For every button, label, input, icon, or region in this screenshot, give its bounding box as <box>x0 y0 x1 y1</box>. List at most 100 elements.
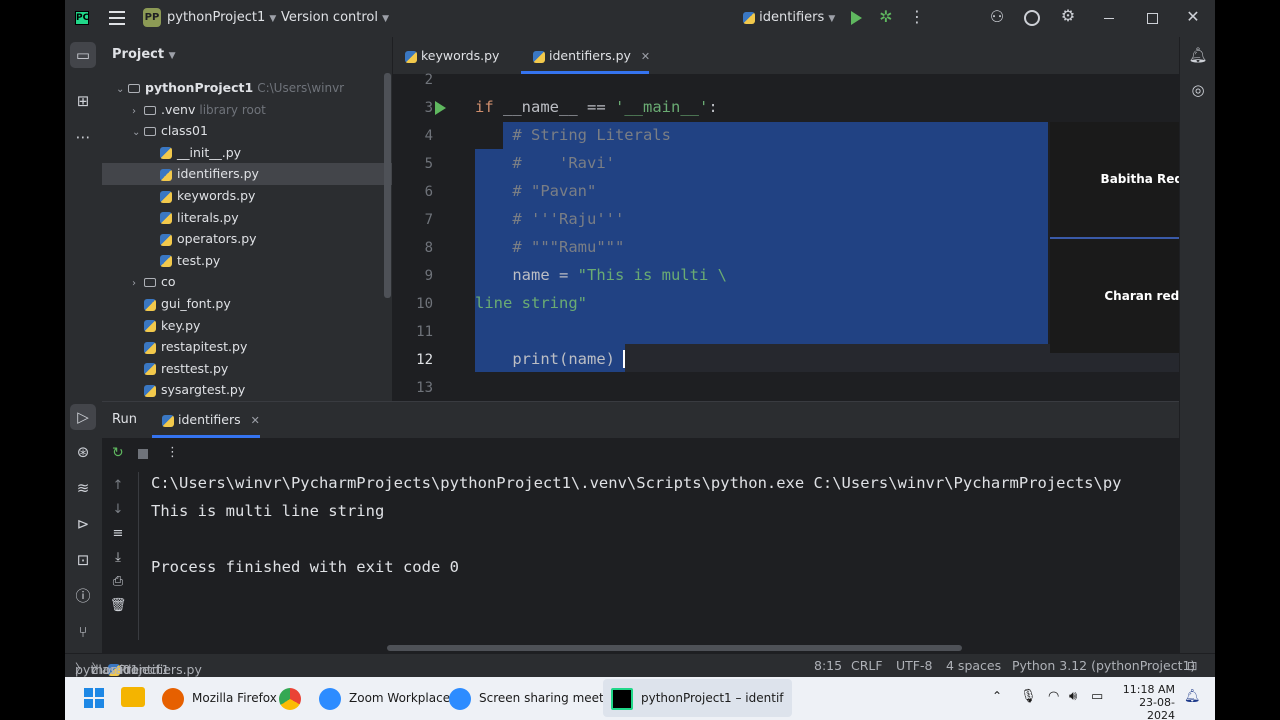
trash-icon[interactable]: 🗑 <box>108 598 128 613</box>
lock-icon[interactable]: ⊡ <box>1187 658 1197 673</box>
run-icon[interactable] <box>851 11 862 25</box>
project-panel-header[interactable]: Project ▼ <box>112 47 176 62</box>
taskbar-pycharm[interactable]: pythonProject1 – identif <box>603 679 792 717</box>
minimize-icon[interactable] <box>1104 18 1114 19</box>
close-tab-icon[interactable]: ✕ <box>641 50 650 63</box>
tree-folder[interactable]: ⌄ pythonProject1 C:\Users\winvr <box>102 77 392 101</box>
line-separator[interactable]: CRLF <box>851 658 883 673</box>
more-icon[interactable]: ⋮ <box>907 7 927 26</box>
ai-assistant-icon[interactable]: ◎ <box>1185 77 1211 103</box>
breadcrumb[interactable]: pythonProject1 〉 class01 〉 identifiers.p… <box>75 658 202 677</box>
console-output[interactable]: C:\Users\winvr\PycharmProjects\pythonPro… <box>138 472 1215 640</box>
file-encoding[interactable]: UTF-8 <box>896 658 932 673</box>
taskbar-zoom-workplace[interactable]: Zoom Workplace <box>319 677 450 720</box>
chevron-down-icon[interactable]: ⌄ <box>116 79 128 101</box>
tab-keywords[interactable]: keywords.py <box>405 37 499 74</box>
code-line-3[interactable]: if __name__ == '__main__': <box>475 98 718 116</box>
wifi-icon[interactable]: ◠ <box>1048 689 1059 704</box>
tree-file[interactable]: test.py <box>102 250 392 272</box>
code-line-10[interactable]: line string" <box>475 294 587 312</box>
chevron-right-icon[interactable]: › <box>132 101 144 123</box>
search-icon[interactable] <box>1024 10 1040 26</box>
problems-icon[interactable]: ⓘ <box>70 583 96 609</box>
code-line-4[interactable]: # String Literals <box>475 126 671 144</box>
code-line-9[interactable]: name = "This is multi \ <box>475 266 727 284</box>
close-tab-icon[interactable]: ✕ <box>251 414 260 427</box>
run-config-selector[interactable]: identifiers ▼ <box>743 10 835 25</box>
scroll-to-end-icon[interactable]: ⤓ <box>108 550 128 565</box>
add-user-icon[interactable]: ⚇ <box>986 7 1008 26</box>
taskbar-screen-sharing[interactable]: Screen sharing meeting <box>449 677 622 720</box>
code-line-12[interactable]: print(name) <box>475 350 615 368</box>
structure-icon[interactable]: ⊞ <box>70 88 96 114</box>
tree-file[interactable]: literals.py <box>102 207 392 229</box>
tree-item-label: key.py <box>161 317 201 333</box>
print-icon[interactable]: ⎙ <box>108 574 128 589</box>
caret-position[interactable]: 8:15 <box>814 658 842 673</box>
taskbar-firefox[interactable]: Mozilla Firefox <box>162 677 277 720</box>
layers-icon[interactable]: ≋ <box>70 475 96 501</box>
vcs-menu[interactable]: Version control ▼ <box>281 10 389 25</box>
run-tool-icon[interactable]: ▷ <box>70 404 96 430</box>
battery-icon[interactable]: ▭ <box>1091 689 1103 704</box>
tree-file[interactable]: identifiers.py <box>102 163 392 185</box>
code-line-5[interactable]: # 'Ravi' <box>475 154 615 172</box>
tree-file[interactable]: key.py <box>102 315 392 337</box>
python-packages-icon[interactable]: ⊛ <box>70 439 96 465</box>
tree-file[interactable]: keywords.py <box>102 185 392 207</box>
tree-item-label: co <box>161 274 176 290</box>
tree-file[interactable]: __init__.py <box>102 142 392 164</box>
chevron-right-icon[interactable]: › <box>132 273 144 295</box>
run-gutter-icon[interactable] <box>435 101 446 115</box>
settings-icon[interactable]: ⚙ <box>1057 6 1079 25</box>
tree-folder[interactable]: ⌄ class01 <box>102 120 392 144</box>
rerun-icon[interactable]: ↻ <box>112 445 124 461</box>
breadcrumb-item[interactable]: identifiers.py <box>120 662 202 677</box>
python-file-icon <box>144 363 156 376</box>
tree-file[interactable]: sysargtest.py <box>102 379 392 401</box>
volume-icon[interactable]: 🔊︎ <box>1069 689 1077 704</box>
microphone-icon[interactable]: 🎙︎ <box>1020 689 1037 704</box>
notification-bell-icon[interactable]: 🔔︎ <box>1184 689 1201 704</box>
stop-icon[interactable] <box>138 449 148 459</box>
notifications-icon[interactable]: 🔔︎ <box>1185 42 1211 68</box>
tree-folder[interactable]: › .venv library root <box>102 99 392 123</box>
tree-folder[interactable]: › co <box>102 271 392 295</box>
debug-icon[interactable]: ✲ <box>876 7 896 26</box>
run-tab-identifiers[interactable]: identifiers ✕ <box>162 412 260 427</box>
more-tools-icon[interactable]: ⋯ <box>70 124 96 150</box>
more-icon[interactable]: ⋮ <box>166 445 179 460</box>
tab-identifiers[interactable]: identifiers.py ✕ <box>533 37 650 74</box>
close-icon[interactable]: ✕ <box>1185 7 1201 26</box>
line-number: 10 <box>416 296 433 312</box>
chevron-down-icon[interactable]: ⌄ <box>132 122 144 144</box>
code-line-6[interactable]: # "Pavan" <box>475 182 596 200</box>
arrow-up-icon[interactable]: ↑ <box>108 478 128 493</box>
code-line-8[interactable]: # """Ramu""" <box>475 238 624 256</box>
console-hscrollbar[interactable] <box>387 645 962 651</box>
zoom-icon <box>449 687 471 710</box>
code-line-7[interactable]: # '''Raju''' <box>475 210 624 228</box>
git-icon[interactable]: ⑂ <box>70 619 96 645</box>
chrome-icon[interactable] <box>279 688 301 710</box>
run-panel-header: Run identifiers ✕ <box>102 402 1215 438</box>
file-explorer-icon[interactable] <box>121 687 145 707</box>
project-tool-icon[interactable]: ▭ <box>70 42 96 68</box>
tree-file[interactable]: restapitest.py <box>102 336 392 358</box>
tree-file[interactable]: operators.py <box>102 228 392 250</box>
services-icon[interactable]: ⊳ <box>70 511 96 537</box>
hamburger-menu-icon[interactable] <box>109 11 125 25</box>
chevron-up-icon[interactable]: ⌃ <box>992 689 1002 703</box>
terminal-icon[interactable]: ⊡ <box>70 547 96 573</box>
interpreter[interactable]: Python 3.12 (pythonProject1) <box>1012 658 1195 673</box>
restore-icon[interactable] <box>1147 13 1158 24</box>
project-switcher[interactable]: pythonProject1 ▼ <box>167 10 276 25</box>
indent-setting[interactable]: 4 spaces <box>946 658 1001 673</box>
arrow-down-icon[interactable]: ↓ <box>108 502 128 517</box>
windows-start-icon[interactable] <box>84 688 104 708</box>
soft-wrap-icon[interactable]: ≡ <box>108 526 128 541</box>
tree-file[interactable]: gui_font.py <box>102 293 392 315</box>
tree-scrollbar[interactable] <box>384 73 391 298</box>
tree-file[interactable]: resttest.py <box>102 358 392 380</box>
clock[interactable]: 11:18 AM 23-08-2024 <box>1115 683 1175 720</box>
